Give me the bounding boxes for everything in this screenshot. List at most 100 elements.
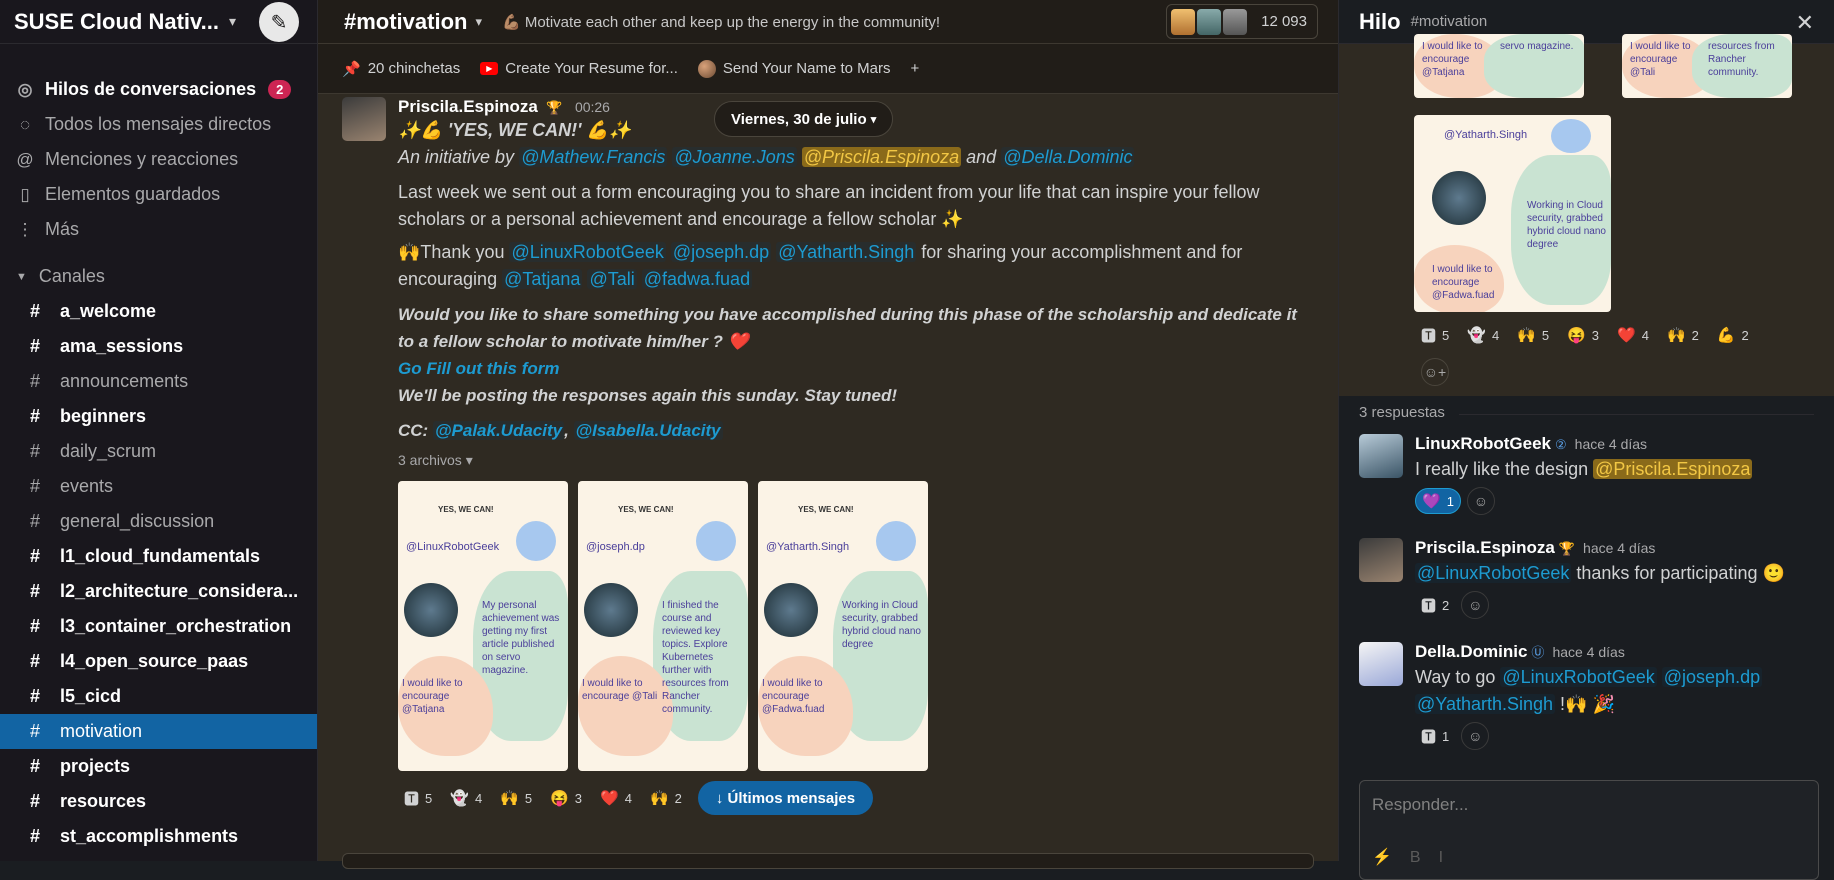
add-bookmark-icon[interactable]: + [910, 60, 919, 77]
files-toggle[interactable]: 3 archivos ▾ [398, 452, 1308, 469]
avatar[interactable] [1359, 538, 1403, 582]
mention[interactable]: @joseph.dp [670, 242, 772, 262]
chevron-down-icon[interactable]: ▾ [229, 13, 236, 30]
reply-author[interactable]: Priscila.Espinoza [1415, 538, 1555, 557]
channels-section-header[interactable]: ▼ Canales [0, 259, 317, 294]
message-composer[interactable] [342, 853, 1314, 869]
workspace-header[interactable]: SUSE Cloud Nativ... ▾ ✎ [0, 0, 317, 44]
reaction-pill[interactable]: 🆃 5 [1415, 322, 1455, 348]
mention[interactable]: @joseph.dp [1661, 667, 1763, 687]
sidebar-channel-ama-sessions[interactable]: # ama_sessions [0, 329, 317, 364]
reaction-pill[interactable]: 😝 3 [1561, 322, 1605, 348]
compose-icon[interactable]: ✎ [259, 2, 299, 42]
sidebar-channel-a-welcome[interactable]: # a_welcome [0, 294, 317, 329]
sidebar-channel-resources[interactable]: # resources [0, 784, 317, 819]
reaction-pill[interactable]: 🙌 2 [1661, 322, 1705, 348]
add-reaction-icon[interactable]: ☺+ [1421, 358, 1449, 386]
avatar[interactable] [1359, 642, 1403, 686]
chevron-down-icon[interactable]: ▾ [475, 14, 482, 30]
file-thumbnail[interactable]: YES, WE CAN! @LinuxRobotGeek My personal a… [398, 481, 568, 771]
mention[interactable]: @Mathew.Francis [519, 147, 668, 167]
mention[interactable]: @Palak.Udacity [432, 421, 565, 440]
form-link[interactable]: Go Fill out this form [398, 355, 1308, 382]
sidebar-nav-item[interactable]: ◎ Hilos de conversaciones 2 [0, 72, 317, 107]
mention[interactable]: @Yatharth.Singh [1415, 694, 1556, 714]
sidebar-channel-l3-container-orchestration[interactable]: # l3_container_orchestration [0, 609, 317, 644]
sidebar-channel-beginners[interactable]: # beginners [0, 399, 317, 434]
reaction-pill[interactable]: ❤️ 4 [594, 785, 638, 811]
avatar[interactable] [1359, 434, 1403, 478]
members-button[interactable]: 12 093 [1166, 4, 1318, 39]
mention[interactable]: @LinuxRobotGeek [1500, 667, 1657, 687]
mention[interactable]: @fadwa.fuad [641, 269, 753, 289]
sidebar-nav-item[interactable]: @ Menciones y reacciones [0, 142, 317, 177]
add-reaction-icon[interactable]: ☺ [1461, 722, 1490, 750]
workspace-name[interactable]: SUSE Cloud Nativ... [14, 9, 219, 35]
thread-channel[interactable]: #motivation [1411, 13, 1488, 30]
sidebar-channel-l1-cloud-fundamentals[interactable]: # l1_cloud_fundamentals [0, 539, 317, 574]
reaction-pill[interactable]: 😝 3 [544, 785, 588, 811]
sidebar-channel-l2-architecture-considera-[interactable]: # l2_architecture_considera... [0, 574, 317, 609]
channel-name[interactable]: #motivation [344, 9, 467, 35]
sidebar-channel-daily-scrum[interactable]: # daily_scrum [0, 434, 317, 469]
mention-self[interactable]: @Priscila.Espinoza [1593, 459, 1753, 479]
reply-input[interactable]: Responder... ⚡BI [1359, 780, 1819, 880]
sidebar-channel-projects[interactable]: # projects [0, 749, 317, 784]
add-reaction-icon[interactable]: ☺ [1466, 487, 1495, 515]
reaction-pill[interactable]: 🙌 5 [494, 785, 538, 811]
reply-time[interactable]: hace 4 días [1583, 540, 1655, 556]
reaction-pill[interactable]: 👻 4 [444, 785, 488, 811]
formatting-toolbar[interactable]: ⚡BI [1372, 847, 1461, 867]
file-thumbnail[interactable]: YES, WE CAN! @Yatharth.Singh Working in Cl… [758, 481, 928, 771]
bookmark-resume[interactable]: ▶ Create Your Resume for... [480, 60, 678, 77]
file-thumbnail[interactable]: YES, WE CAN! @joseph.dp I finished the cou… [578, 481, 748, 771]
channel-topic[interactable]: 💪🏽 Motivate each other and keep up the e… [502, 13, 940, 31]
sidebar-channel-general-discussion[interactable]: # general_discussion [0, 504, 317, 539]
add-bookmark-button[interactable]: + [910, 60, 919, 77]
sidebar-channel-motivation[interactable]: # motivation [0, 714, 317, 749]
bookmark-pins[interactable]: 📌 20 chinchetas [342, 60, 460, 78]
sidebar-channel-announcements[interactable]: # announcements [0, 364, 317, 399]
reaction-pill[interactable]: 🆃 5 [398, 785, 438, 811]
reaction-pill[interactable]: 🙌 2 [644, 785, 688, 811]
reaction-custom[interactable]: 🆃 1 [1415, 723, 1455, 749]
avatar[interactable] [342, 97, 386, 141]
reaction-pill[interactable]: ❤️ 4 [1611, 322, 1655, 348]
mention[interactable]: @Della.Dominic [1001, 147, 1135, 167]
sidebar-channel-st-accomplishments[interactable]: # st_accomplishments [0, 819, 317, 854]
mention[interactable]: @Yatharth.Singh [776, 242, 917, 262]
emoji-icon: 🙌 [1517, 327, 1536, 344]
thread-image-clipped[interactable]: I would like to encourage @Tatjana servo… [1414, 34, 1584, 98]
thread-image-clipped[interactable]: I would like to encourage @Tali resource… [1622, 34, 1792, 98]
add-reaction-icon[interactable]: ☺ [1461, 591, 1490, 619]
message-author[interactable]: Priscila.Espinoza [398, 97, 538, 116]
reply-time[interactable]: hace 4 días [1552, 644, 1624, 660]
sidebar-nav-item[interactable]: ◌ Todos los mensajes directos [0, 107, 317, 142]
mention[interactable]: @LinuxRobotGeek [1415, 563, 1572, 583]
reaction-pill[interactable]: 💪 2 [1711, 322, 1755, 348]
sidebar-nav-item[interactable]: ▯ Elementos guardados [0, 177, 317, 212]
mention[interactable]: @Joanne.Jons [672, 147, 797, 167]
bookmark-mars[interactable]: Send Your Name to Mars [697, 59, 890, 78]
mention[interactable]: @Tatjana [502, 269, 583, 289]
reaction-pill[interactable]: 👻 4 [1461, 322, 1505, 348]
sidebar-channel-l5-cicd[interactable]: # l5_cicd [0, 679, 317, 714]
reply-time[interactable]: hace 4 días [1575, 436, 1647, 452]
reaction-purple-heart[interactable]: 💜 1 [1415, 488, 1461, 514]
caret-down-icon[interactable]: ▼ [16, 271, 27, 283]
reply-author[interactable]: LinuxRobotGeek [1415, 434, 1551, 453]
reply-author[interactable]: Della.Dominic [1415, 642, 1527, 661]
message-time[interactable]: 00:26 [575, 99, 610, 115]
mention-self[interactable]: @Priscila.Espinoza [801, 147, 962, 167]
close-icon[interactable]: ✕ [1796, 10, 1814, 36]
thread-image[interactable]: @Yatharth.Singh Working in Cloud securit… [1414, 115, 1611, 312]
sidebar-channel-l4-open-source-paas[interactable]: # l4_open_source_paas [0, 644, 317, 679]
reaction-pill[interactable]: 🙌 5 [1511, 322, 1555, 348]
mention[interactable]: @Tali [587, 269, 637, 289]
reaction-custom[interactable]: 🆃 2 [1415, 592, 1455, 618]
sidebar-channel-events[interactable]: # events [0, 469, 317, 504]
mention[interactable]: @LinuxRobotGeek [509, 242, 666, 262]
latest-messages-button[interactable]: ↓ Últimos mensajes [697, 781, 874, 815]
sidebar-nav-item[interactable]: ⋮ Más [0, 212, 317, 247]
mention[interactable]: @Isabella.Udacity [573, 421, 723, 440]
